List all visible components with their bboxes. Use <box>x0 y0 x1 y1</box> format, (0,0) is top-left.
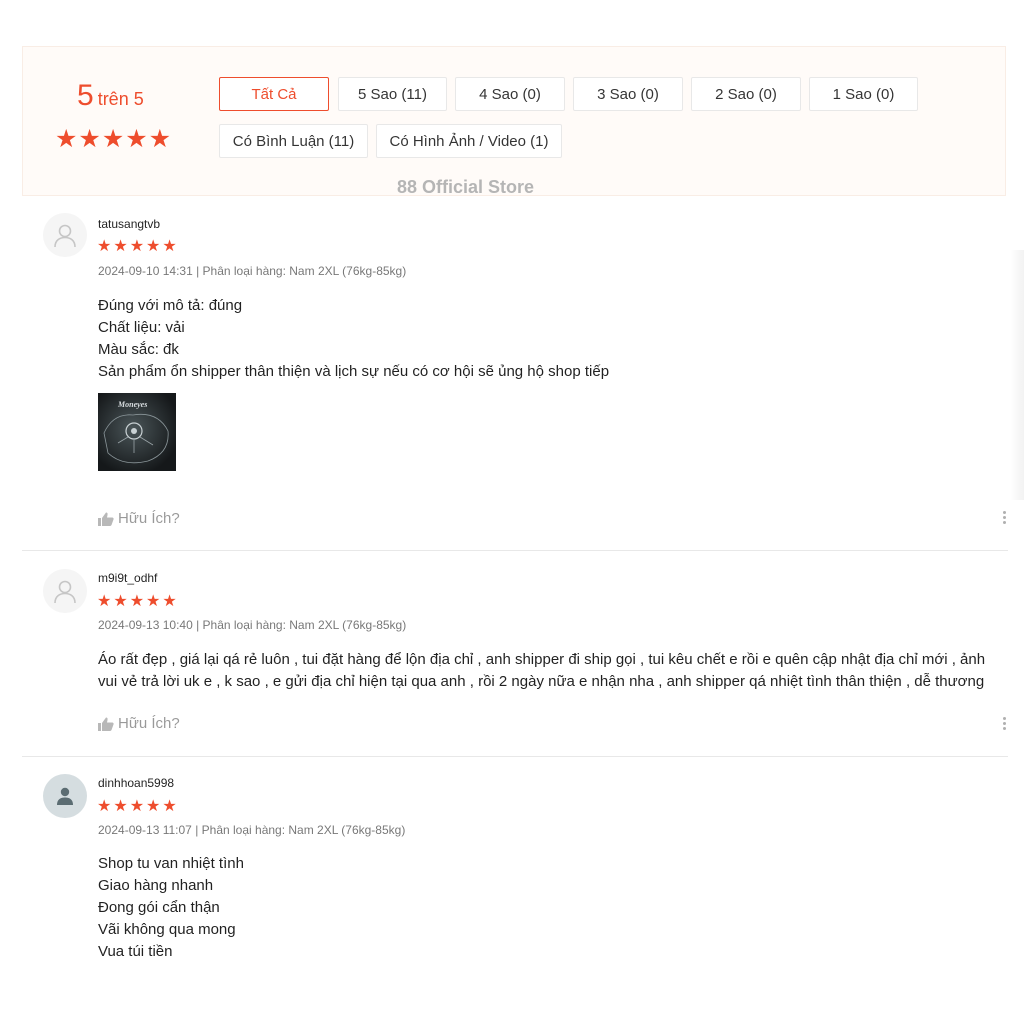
review-stars-icon: ★★★★★ <box>97 238 179 255</box>
avatar[interactable] <box>43 569 87 613</box>
more-options-icon[interactable] <box>999 715 1009 733</box>
review-content: Đúng với mô tả: đúng Chất liệu: vải Màu … <box>98 295 609 383</box>
review-text-line: Đong gói cẩn thận <box>98 899 220 916</box>
filter-1-star-button[interactable]: 1 Sao (0) <box>809 77 918 111</box>
review-text-line: Vua túi tiền <box>98 943 173 960</box>
review-item: dinhhoan5998 ★★★★★ 2024-09-13 11:07 | Ph… <box>22 757 1008 1017</box>
review-text-line: Sản phẩm ổn shipper thân thiện và lịch s… <box>98 363 610 380</box>
review-text-line: Shop tu van nhiệt tình <box>98 855 244 872</box>
more-options-icon[interactable] <box>999 509 1009 527</box>
scroll-edge-shadow <box>1010 250 1024 500</box>
review-username[interactable]: m9i9t_odhf <box>98 571 157 585</box>
avatar[interactable] <box>43 774 87 818</box>
overall-score: 5 trên 5 <box>77 79 144 113</box>
helpful-button[interactable]: Hữu Ích? <box>98 510 180 527</box>
thumbs-up-icon <box>98 717 114 731</box>
avatar[interactable] <box>43 213 87 257</box>
review-item: m9i9t_odhf ★★★★★ 2024-09-13 10:40 | Phân… <box>22 551 1008 757</box>
review-text-line: Màu sắc: đk <box>98 341 179 358</box>
review-content: Áo rất đẹp , giá lại qá rẻ luôn , tui đặ… <box>98 649 985 693</box>
review-username[interactable]: dinhhoan5998 <box>98 776 174 790</box>
thumbs-up-icon <box>98 512 114 526</box>
filter-all-button[interactable]: Tất Cả <box>219 77 329 111</box>
filter-with-media-button[interactable]: Có Hình Ảnh / Video (1) <box>376 124 562 158</box>
score-suffix: trên 5 <box>97 89 144 109</box>
review-meta: 2024-09-10 14:31 | Phân loại hàng: Nam 2… <box>98 264 407 278</box>
review-item: tatusangtvb ★★★★★ 2024-09-10 14:31 | Phâ… <box>22 197 1008 551</box>
review-text-line: Chất liệu: vải <box>98 319 185 336</box>
review-stars-icon: ★★★★★ <box>97 593 179 610</box>
review-text-line: vui vẻ trả lời uk e , k sao , e gửi địa … <box>98 673 985 690</box>
review-meta: 2024-09-13 10:40 | Phân loại hàng: Nam 2… <box>98 618 407 632</box>
score-value: 5 <box>77 79 94 112</box>
user-placeholder-icon <box>54 580 76 604</box>
review-text-line: Áo rất đẹp , giá lại qá rẻ luôn , tui đặ… <box>98 651 986 668</box>
helpful-label: Hữu Ích? <box>118 715 180 732</box>
store-watermark: 88 Official Store <box>397 177 535 197</box>
user-placeholder-icon <box>54 224 76 248</box>
filter-5-star-button[interactable]: 5 Sao (11) <box>338 77 447 111</box>
filter-2-star-button[interactable]: 2 Sao (0) <box>691 77 801 111</box>
review-photo-thumbnail[interactable]: Moneyes <box>98 393 176 471</box>
review-text-line: Đúng với mô tả: đúng <box>98 297 243 314</box>
filter-4-star-button[interactable]: 4 Sao (0) <box>455 77 565 111</box>
user-avatar-icon <box>57 787 73 805</box>
review-content: Shop tu van nhiệt tình Giao hàng nhanh Đ… <box>98 853 244 963</box>
review-username[interactable]: tatusangtvb <box>98 217 160 231</box>
review-text-line: Vãi không qua mong <box>98 921 236 938</box>
review-text-line: Giao hàng nhanh <box>98 877 214 894</box>
review-meta: 2024-09-13 11:07 | Phân loại hàng: Nam 2… <box>98 823 406 837</box>
filter-3-star-button[interactable]: 3 Sao (0) <box>573 77 683 111</box>
helpful-button[interactable]: Hữu Ích? <box>98 715 180 732</box>
rating-summary: 5 trên 5 ★★★★★ Tất Cả 5 Sao (11) 4 Sao (0… <box>22 46 1006 197</box>
filter-with-comment-button[interactable]: Có Bình Luận (11) <box>219 124 368 158</box>
helpful-label: Hữu Ích? <box>118 510 180 527</box>
overall-stars-icon: ★★★★★ <box>55 125 173 153</box>
photo-print-text: Moneyes <box>117 400 147 409</box>
review-stars-icon: ★★★★★ <box>97 798 179 815</box>
